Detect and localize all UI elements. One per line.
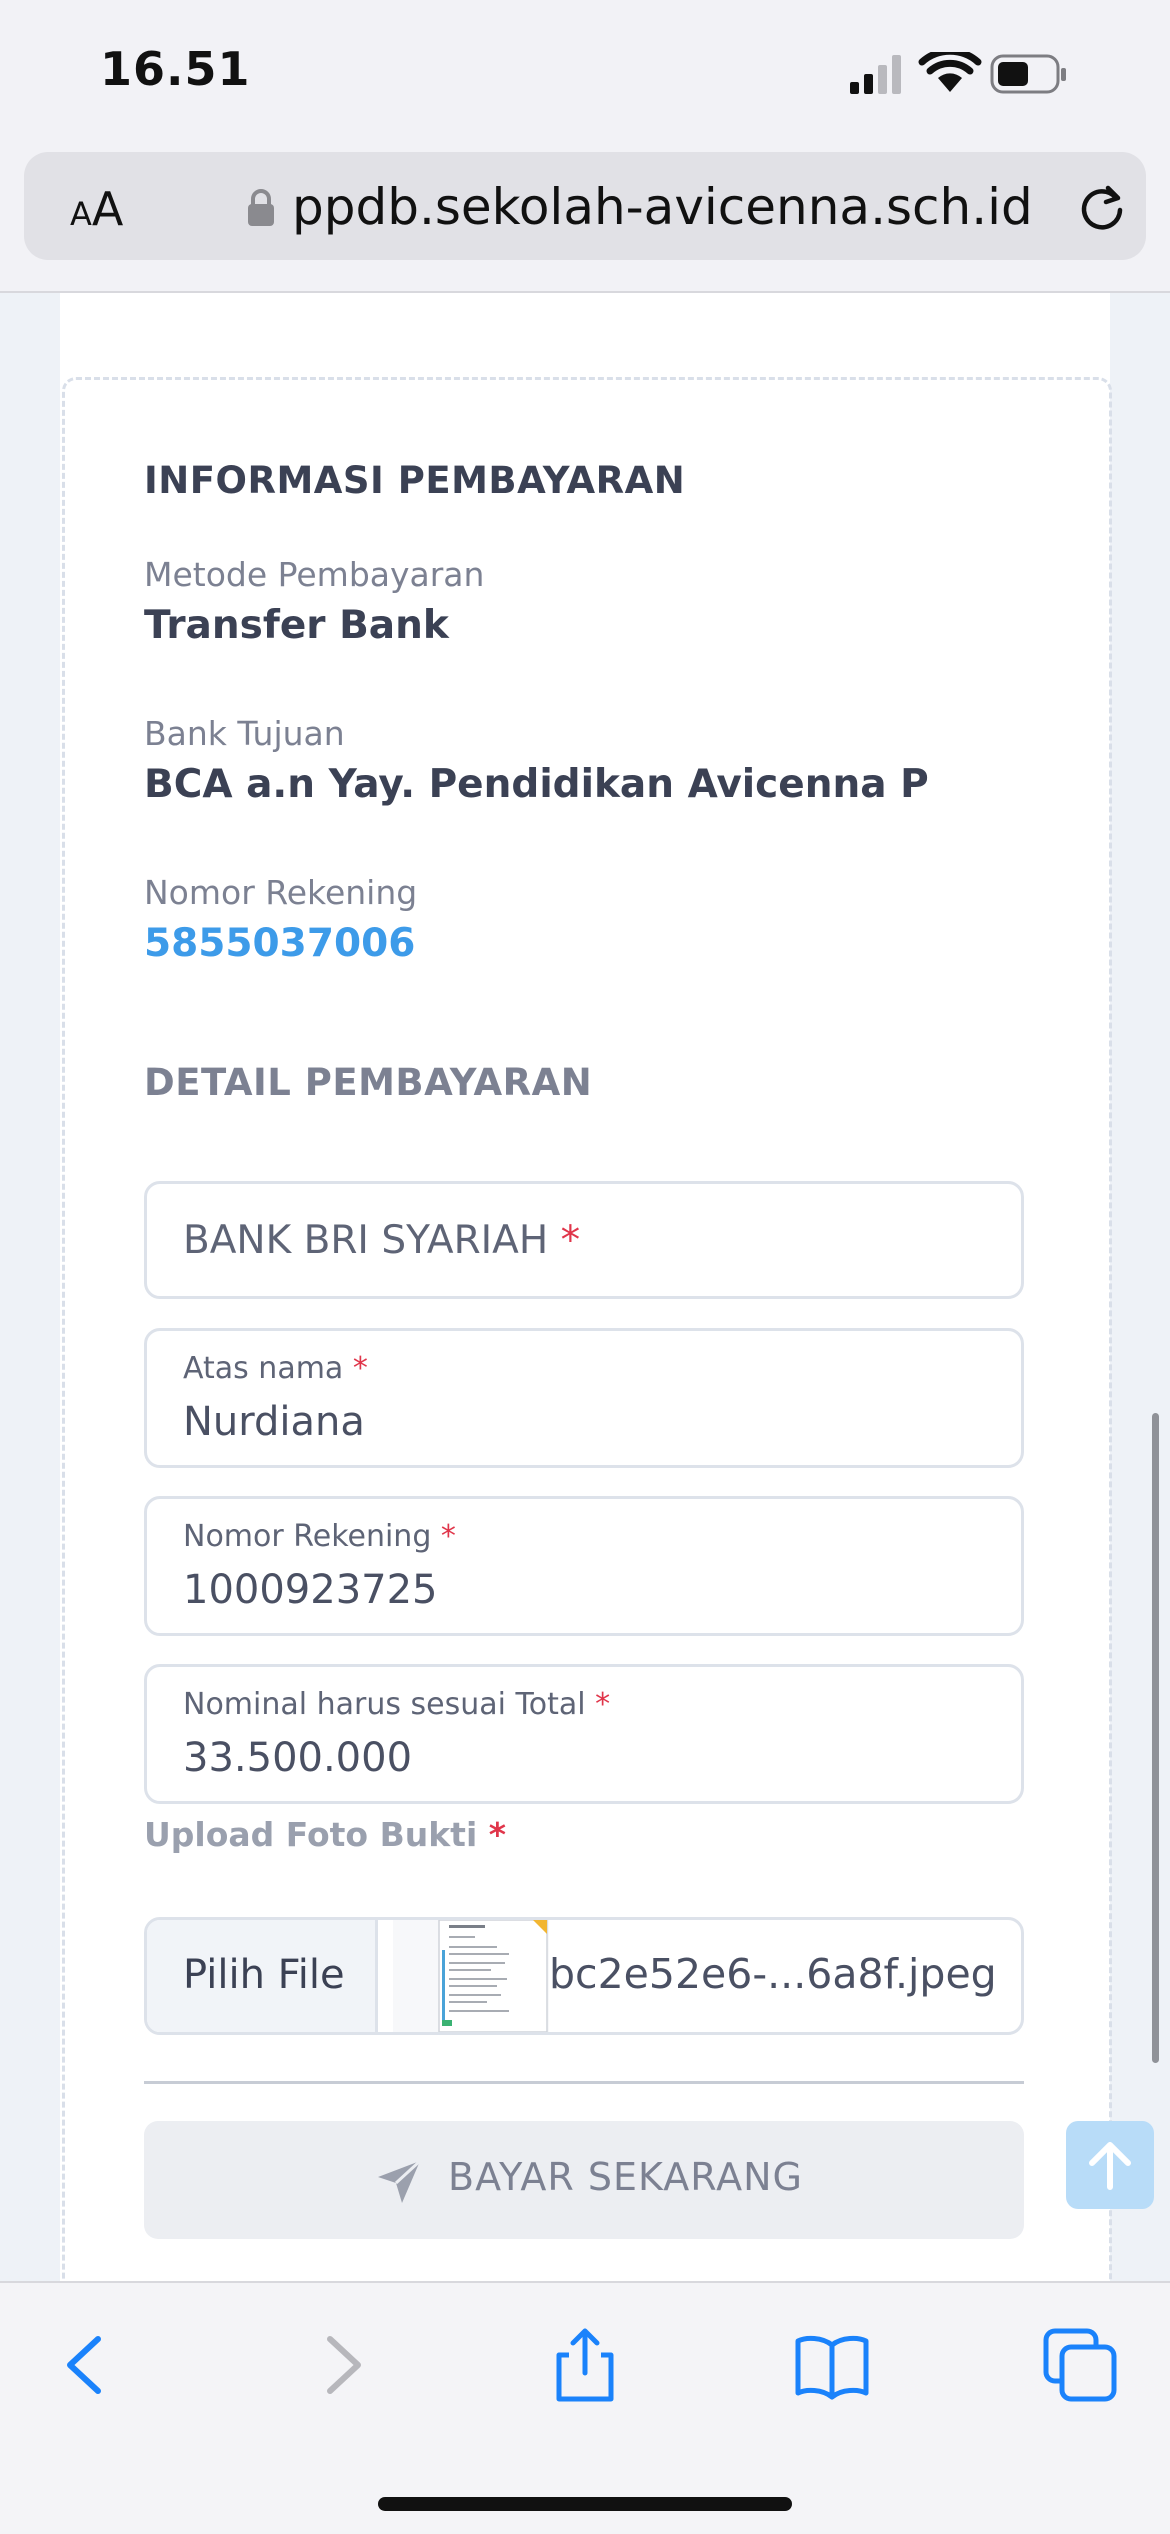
account-label: Nomor Rekening [144, 873, 418, 912]
account-value[interactable]: 5855037006 [144, 921, 415, 966]
forward-icon[interactable] [300, 2325, 380, 2405]
share-icon[interactable] [545, 2325, 625, 2405]
bookmarks-icon[interactable] [792, 2325, 872, 2405]
bank-label: Bank Tujuan [144, 714, 345, 753]
address-bar[interactable]: AA ppdb.sekolah-avicenna.sch.id [24, 152, 1146, 260]
lock-icon [248, 189, 274, 226]
bank-value: BCA a.n Yay. Pendidikan Avicenna P [144, 762, 929, 807]
home-indicator [378, 2497, 792, 2511]
text-size-button[interactable]: AA [70, 182, 123, 236]
scrollbar[interactable] [1152, 1413, 1159, 2063]
name-field-label: Atas nama * [183, 1351, 368, 1386]
file-thumbnail-image [393, 1920, 549, 2032]
arrow-up-icon [1089, 2142, 1131, 2190]
amount-field-label: Nominal harus sesuai Total * [183, 1687, 611, 1722]
choose-file-button[interactable]: Pilih File [147, 1920, 378, 2032]
pay-now-button[interactable]: BAYAR SEKARANG [144, 2121, 1024, 2239]
status-bar: 16.51 [0, 0, 1170, 145]
status-icons [850, 47, 1170, 96]
browser-toolbar [0, 2281, 1170, 2534]
divider [144, 2081, 1024, 2084]
back-icon[interactable] [48, 2325, 128, 2405]
amount-field[interactable]: Nominal harus sesuai Total * 33.500.000 [144, 1664, 1024, 1804]
method-value: Transfer Bank [144, 603, 449, 648]
detail-title: DETAIL PEMBAYARAN [144, 1061, 593, 1104]
browser-address-area: AA ppdb.sekolah-avicenna.sch.id [0, 145, 1170, 293]
file-upload-field[interactable]: Pilih File bc2e52e6-...6a8f.jpeg [144, 1917, 1024, 2035]
name-field-value[interactable]: Nurdiana [183, 1399, 365, 1445]
account-number-field[interactable]: Nomor Rekening * 1000923725 [144, 1496, 1024, 1636]
bank-select-value: BANK BRI SYARIAH * [183, 1218, 581, 1263]
upload-label: Upload Foto Bukti * [144, 1815, 507, 1854]
reload-icon[interactable] [1076, 182, 1128, 234]
url-text[interactable]: ppdb.sekolah-avicenna.sch.id [292, 178, 1033, 236]
method-label: Metode Pembayaran [144, 555, 485, 594]
scroll-to-top-button[interactable] [1066, 2121, 1154, 2209]
page-content: INFORMASI PEMBAYARAN Metode Pembayaran T… [0, 293, 1170, 2281]
bank-select[interactable]: BANK BRI SYARIAH * [144, 1181, 1024, 1299]
info-title: INFORMASI PEMBAYARAN [144, 459, 686, 502]
account-field-value[interactable]: 1000923725 [183, 1567, 438, 1613]
amount-field-value[interactable]: 33.500.000 [183, 1735, 412, 1781]
pay-now-label: BAYAR SEKARANG [448, 2155, 803, 2199]
status-time: 16.51 [100, 42, 251, 96]
send-icon [378, 2159, 422, 2203]
tabs-icon[interactable] [1040, 2325, 1120, 2405]
name-field[interactable]: Atas nama * Nurdiana [144, 1328, 1024, 1468]
account-field-label: Nomor Rekening * [183, 1519, 456, 1554]
file-name: bc2e52e6-...6a8f.jpeg [549, 1950, 997, 1998]
signal-wifi-battery-icon [850, 47, 1066, 94]
